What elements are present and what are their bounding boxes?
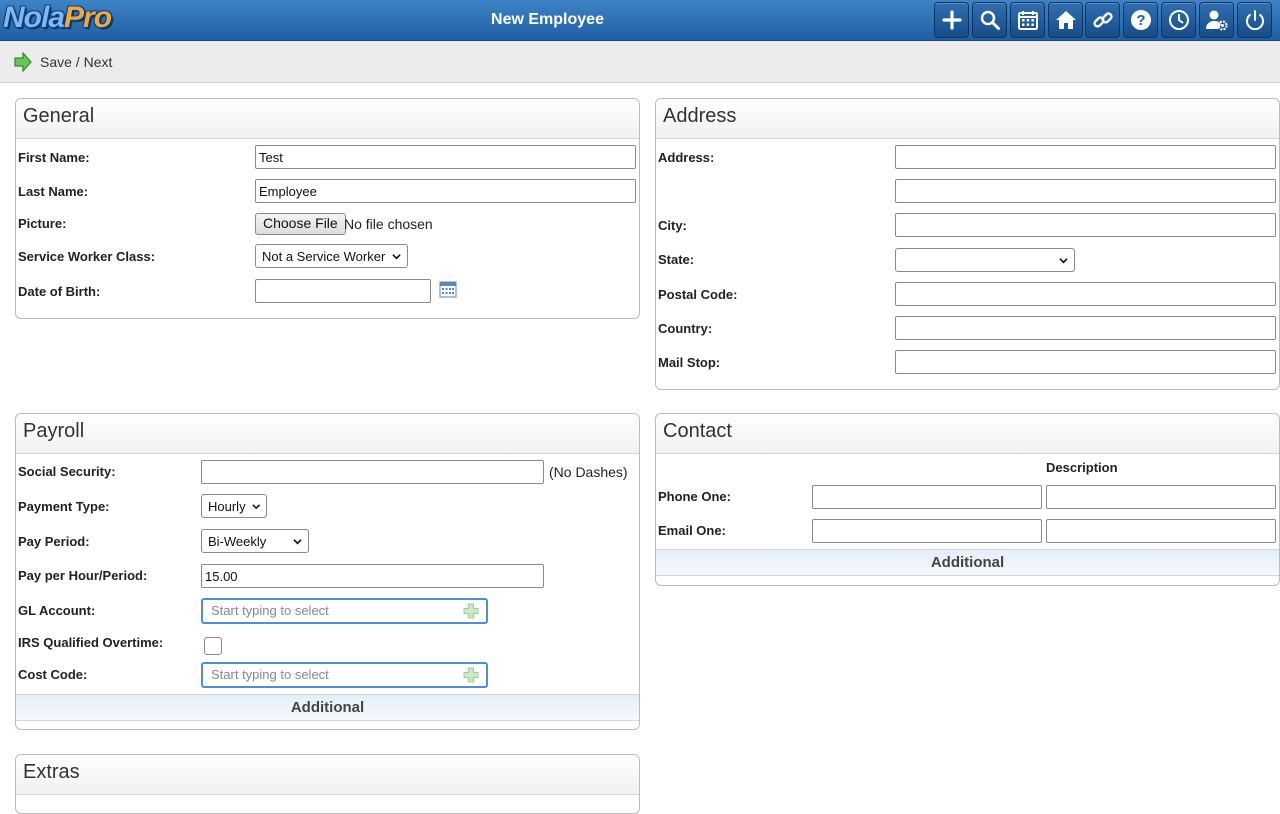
page-title: New Employee <box>491 11 604 28</box>
payment-type-value: Hourly <box>208 498 246 514</box>
address-label: Address: <box>658 150 715 165</box>
arrow-right-icon <box>14 52 32 72</box>
contact-title: Contact <box>656 414 1279 454</box>
pay-period-select[interactable]: Bi-Weekly <box>201 529 309 553</box>
payroll-additional-toggle[interactable]: Additional <box>16 694 639 721</box>
pay-period-label: Pay Period: <box>18 534 90 549</box>
ssn-label: Social Security: <box>18 464 116 479</box>
action-bar: Save / Next <box>0 41 1280 83</box>
state-select[interactable] <box>895 248 1075 272</box>
payment-type-label: Payment Type: <box>18 499 110 514</box>
choose-file-button[interactable]: Choose File <box>255 213 346 235</box>
first-name-field[interactable] <box>255 145 636 169</box>
payment-type-select[interactable]: Hourly <box>201 494 267 518</box>
top-bar: NolaPro New Employee ? <box>0 0 1280 41</box>
calendar-button[interactable] <box>1010 2 1045 38</box>
extras-title: Extras <box>16 755 639 795</box>
chevron-down-icon <box>1059 257 1068 263</box>
service-class-value: Not a Service Worker <box>262 248 386 264</box>
payroll-panel: Payroll Social Security: (No Dashes) Pay… <box>15 413 640 730</box>
no-file-text: No file chosen <box>344 216 433 232</box>
home-icon <box>1055 11 1076 29</box>
dob-label: Date of Birth: <box>18 284 101 299</box>
country-label: Country: <box>658 321 713 336</box>
state-label: State: <box>658 252 695 267</box>
email-one-label: Email One: <box>658 523 726 538</box>
search-icon <box>980 10 1000 30</box>
first-name-label: First Name: <box>18 150 90 165</box>
postal-code-field[interactable] <box>895 282 1276 306</box>
gl-account-label: GL Account: <box>18 603 96 618</box>
gl-account-placeholder: Start typing to select <box>211 603 329 618</box>
add-icon[interactable] <box>463 603 479 619</box>
links-button[interactable] <box>1085 2 1120 38</box>
user-settings-icon <box>1205 10 1228 31</box>
postal-code-label: Postal Code: <box>658 287 738 302</box>
general-title: General <box>16 99 639 139</box>
pay-period-value: Bi-Weekly <box>208 533 267 549</box>
description-header: Description <box>1046 460 1118 475</box>
phone-one-label: Phone One: <box>658 489 731 504</box>
plus-icon <box>941 10 962 30</box>
phone-one-description-field[interactable] <box>1046 485 1276 509</box>
city-label: City: <box>658 218 687 233</box>
phone-one-field[interactable] <box>812 485 1042 509</box>
pay-rate-label: Pay per Hour/Period: <box>18 568 148 583</box>
extras-panel: Extras <box>15 754 640 814</box>
help-icon: ? <box>1130 10 1151 30</box>
contact-additional-toggle[interactable]: Additional <box>656 549 1279 576</box>
svg-text:?: ? <box>1136 12 1145 29</box>
service-class-label: Service Worker Class: <box>18 249 156 264</box>
irs-overtime-checkbox[interactable] <box>204 637 222 655</box>
add-new-button[interactable] <box>934 2 969 38</box>
general-panel: General First Name: Last Name: Picture: … <box>15 98 640 319</box>
cost-code-lookup[interactable]: Start typing to select <box>201 662 488 688</box>
email-one-description-field[interactable] <box>1046 519 1276 543</box>
payroll-title: Payroll <box>16 414 639 454</box>
save-next-button[interactable]: Save / Next <box>14 52 112 72</box>
home-button[interactable] <box>1048 2 1083 38</box>
picture-label: Picture: <box>18 216 67 231</box>
save-next-label: Save / Next <box>40 54 113 70</box>
chevron-down-icon <box>392 253 401 259</box>
dob-field[interactable] <box>255 279 431 303</box>
address-line1-field[interactable] <box>895 145 1276 169</box>
address-line2-field[interactable] <box>895 179 1276 203</box>
help-button[interactable]: ? <box>1123 2 1158 38</box>
irs-overtime-label: IRS Qualified Overtime: <box>18 635 164 650</box>
link-icon <box>1092 12 1113 28</box>
country-field[interactable] <box>895 316 1276 340</box>
cost-code-label: Cost Code: <box>18 667 88 682</box>
chevron-down-icon <box>293 538 302 544</box>
address-title: Address <box>656 99 1279 139</box>
calendar-picker-icon[interactable] <box>439 280 457 298</box>
gl-account-lookup[interactable]: Start typing to select <box>201 598 488 624</box>
contact-panel: Contact Description Phone One: Email One… <box>655 413 1280 586</box>
calendar-icon <box>1017 11 1038 30</box>
last-name-field[interactable] <box>255 179 636 203</box>
cost-code-placeholder: Start typing to select <box>211 667 329 682</box>
power-icon <box>1245 10 1264 31</box>
mail-stop-label: Mail Stop: <box>658 355 721 370</box>
time-clock-button[interactable] <box>1161 2 1196 38</box>
ssn-hint: (No Dashes) <box>549 464 628 480</box>
service-class-select[interactable]: Not a Service Worker <box>255 244 408 268</box>
chevron-down-icon <box>251 503 260 509</box>
address-panel: Address Address: City: State: Postal Cod… <box>655 98 1280 390</box>
email-one-field[interactable] <box>812 519 1042 543</box>
add-icon[interactable] <box>463 667 479 683</box>
last-name-label: Last Name: <box>18 184 89 199</box>
pay-rate-field[interactable] <box>201 564 544 588</box>
clock-icon <box>1168 10 1189 30</box>
ssn-field[interactable] <box>201 460 544 484</box>
search-button[interactable] <box>972 2 1007 38</box>
mail-stop-field[interactable] <box>895 350 1276 374</box>
city-field[interactable] <box>895 213 1276 237</box>
user-settings-button[interactable] <box>1199 2 1234 38</box>
logout-button[interactable] <box>1237 2 1272 38</box>
